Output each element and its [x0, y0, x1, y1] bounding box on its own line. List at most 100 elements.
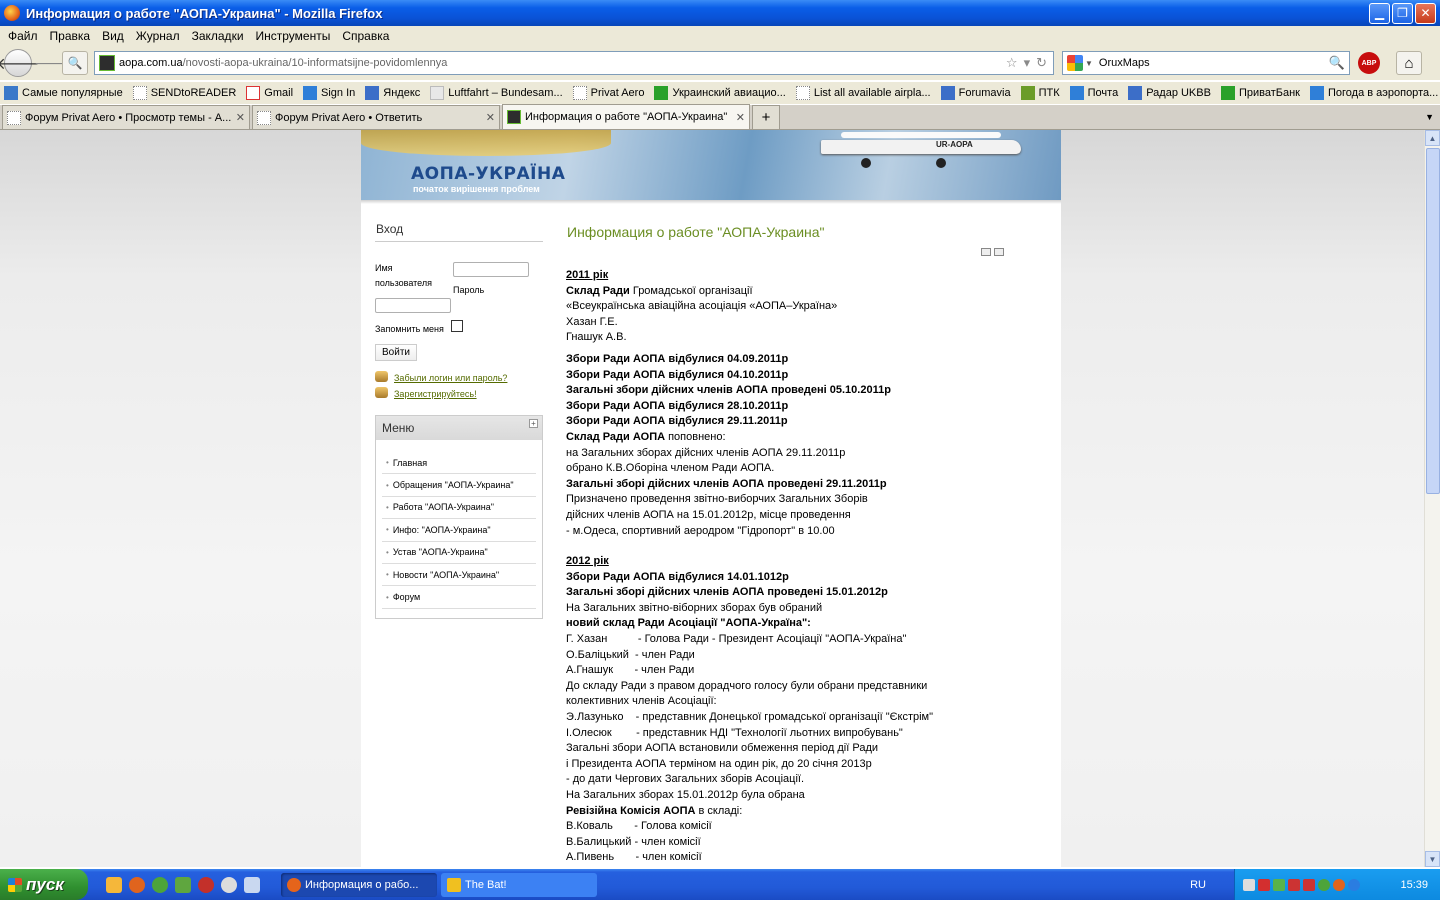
register-link[interactable]: Зарегистрируйтесь! — [394, 389, 477, 399]
username-label-2: пользователя — [375, 278, 432, 288]
search-input[interactable]: OruxMaps — [1099, 57, 1329, 69]
menu-item-appeals[interactable]: Обращения "АОПА-Украина" — [382, 474, 536, 497]
remember-checkbox[interactable] — [451, 320, 463, 332]
bookmark-radar-ukbb[interactable]: Радар UKBB — [1128, 86, 1211, 100]
forward-button[interactable]: 🡒 — [34, 55, 72, 72]
bookmark-ptk[interactable]: ПТК — [1020, 86, 1060, 100]
firefox-icon[interactable] — [129, 876, 145, 893]
taskbar-item-firefox[interactable]: Информация о рабо... — [281, 872, 437, 897]
username-input[interactable] — [453, 262, 529, 277]
tab-list-chevron-icon[interactable]: ▼ — [1425, 112, 1434, 122]
expand-icon[interactable]: + — [529, 419, 538, 428]
menu-tools[interactable]: Инструменты — [250, 29, 337, 43]
weather-icon — [1309, 86, 1324, 100]
tray-icon[interactable] — [1243, 878, 1255, 891]
menu-item-work[interactable]: Работа "АОПА-Украина" — [382, 497, 536, 520]
tab-label: Форум Privat Aero • Просмотр темы - А... — [25, 111, 232, 124]
url-bar[interactable]: aopa.com.ua /novosti-aopa-ukraina/10-inf… — [94, 51, 1054, 75]
close-tab-icon[interactable]: ✕ — [486, 111, 495, 124]
tab-aopa-info[interactable]: Информация о работе "АОПА-Украина" ✕ — [502, 104, 750, 129]
menu-help[interactable]: Справка — [336, 29, 395, 43]
bookmark-sendtoreader[interactable]: SENDtoREADER — [132, 86, 236, 100]
ati-icon[interactable] — [1258, 878, 1270, 891]
menu-file[interactable]: Файл — [2, 29, 44, 43]
forgot-password-link[interactable]: Забыли логин или пароль? — [394, 373, 507, 383]
menu-item-charter[interactable]: Устав "АОПА-Украина" — [382, 542, 536, 564]
bluetooth-icon[interactable] — [1348, 878, 1360, 891]
bookmark-mail[interactable]: Почта — [1069, 86, 1118, 100]
scroll-down-icon[interactable]: ▼ — [1425, 851, 1440, 867]
user-key-icon — [375, 371, 388, 382]
gmail-icon — [246, 86, 261, 100]
menu-item-news[interactable]: Новости "АОПА-Украина" — [382, 564, 536, 587]
quick-launch-icon[interactable] — [221, 876, 237, 893]
menu-bookmarks[interactable]: Закладки — [186, 29, 250, 43]
signal-icon[interactable] — [1273, 878, 1285, 891]
print-icon[interactable] — [981, 248, 991, 256]
menu-item-home[interactable]: Главная — [382, 452, 536, 475]
bookmark-privatbank[interactable]: ПриватБанк — [1220, 86, 1300, 100]
article-line: Ревізійна Комісія АОПА в складі: — [566, 804, 743, 817]
menu-view[interactable]: Вид — [96, 29, 130, 43]
page-info-button[interactable]: 🔍 — [62, 51, 88, 75]
tray-icon[interactable] — [1288, 878, 1300, 891]
bookmark-icon — [572, 86, 587, 100]
bookmark-ukr-aviation[interactable]: Украинский авиацио... — [654, 86, 786, 100]
new-tab-button[interactable]: + — [752, 105, 780, 129]
taskbar-item-thebat[interactable]: The Bat! — [441, 872, 597, 897]
adblock-plus-icon[interactable]: ABP — [1358, 52, 1380, 74]
search-bar[interactable]: ▼ OruxMaps 🔍 — [1062, 51, 1350, 75]
bookmark-privat-aero[interactable]: Privat Aero — [572, 86, 644, 100]
back-button[interactable]: 🡐 — [0, 49, 39, 77]
menu-item-forum[interactable]: Форум — [382, 586, 536, 609]
vertical-scrollbar[interactable]: ▲ ▼ — [1424, 130, 1440, 867]
bookmark-forumavia[interactable]: Forumavia — [940, 86, 1011, 100]
menu-item-info[interactable]: Инфо: "АОПА-Украина" — [382, 519, 536, 542]
home-button[interactable]: ⌂ — [1396, 51, 1422, 75]
show-desktop-icon[interactable] — [244, 876, 260, 893]
article-line: На Загальних звітно-віборних зборах був … — [566, 601, 823, 614]
at-sign-icon — [940, 86, 955, 100]
utorrent-icon[interactable] — [152, 876, 168, 893]
language-indicator[interactable]: RU — [1190, 879, 1206, 891]
bookmark-airplanes-list[interactable]: List all available airpla... — [795, 86, 931, 100]
opera-icon[interactable] — [198, 876, 214, 893]
window-titlebar[interactable]: Информация о работе "АОПА-Украина" - Moz… — [0, 0, 1440, 26]
password-input[interactable] — [375, 298, 451, 313]
google-icon[interactable] — [1067, 55, 1083, 71]
bookmark-sign-in[interactable]: Sign In — [303, 86, 355, 100]
quick-launch-icon[interactable] — [175, 876, 191, 893]
scrollbar-thumb[interactable] — [1426, 148, 1440, 494]
tray-icon[interactable] — [1333, 878, 1345, 891]
email-icon[interactable] — [994, 248, 1004, 256]
bookmark-most-visited[interactable]: Самые популярные — [4, 86, 123, 100]
quick-launch-icon[interactable] — [106, 876, 122, 893]
site-slogan: початок вирішення проблем — [413, 184, 540, 194]
year-heading: 2011 рік — [566, 269, 609, 281]
bookmark-airport-weather[interactable]: Погода в аэропорта... — [1309, 86, 1438, 100]
article-line: В.Коваль - Голова комісії — [566, 820, 712, 833]
menu-history[interactable]: Журнал — [130, 29, 186, 43]
close-tab-icon[interactable]: ✕ — [736, 111, 745, 124]
bookmark-star-icon[interactable]: ☆ — [1006, 55, 1018, 71]
tab-forum-reply[interactable]: Форум Privat Aero • Ответить ✕ — [252, 105, 500, 129]
bookmark-luftfahrt[interactable]: Luftfahrt – Bundesam... — [430, 86, 563, 100]
chevron-down-icon[interactable]: ▼ — [1085, 59, 1093, 68]
reload-icon[interactable]: ↻ — [1036, 55, 1047, 71]
tray-icon[interactable] — [1303, 878, 1315, 891]
close-tab-icon[interactable]: ✕ — [236, 111, 245, 124]
article-line: і Президента АОПА терміном на один рік, … — [566, 757, 872, 770]
close-window-button[interactable]: ✕ — [1415, 2, 1436, 24]
tab-forum-view[interactable]: Форум Privat Aero • Просмотр темы - А...… — [2, 105, 250, 129]
login-button[interactable]: Войти — [375, 344, 417, 361]
scroll-up-icon[interactable]: ▲ — [1425, 130, 1440, 146]
menu-edit[interactable]: Правка — [44, 29, 97, 43]
bookmark-yandex[interactable]: Яндекс — [365, 86, 420, 100]
search-icon[interactable]: 🔍 — [1329, 55, 1345, 71]
start-button[interactable]: пуск — [0, 869, 88, 900]
bookmark-gmail[interactable]: Gmail — [246, 86, 293, 100]
history-dropdown-icon[interactable]: ▾ — [1024, 55, 1031, 71]
restore-button[interactable]: ❐ — [1392, 2, 1413, 24]
utorrent-icon[interactable] — [1318, 878, 1330, 891]
minimize-button[interactable]: ▁ — [1369, 2, 1390, 24]
